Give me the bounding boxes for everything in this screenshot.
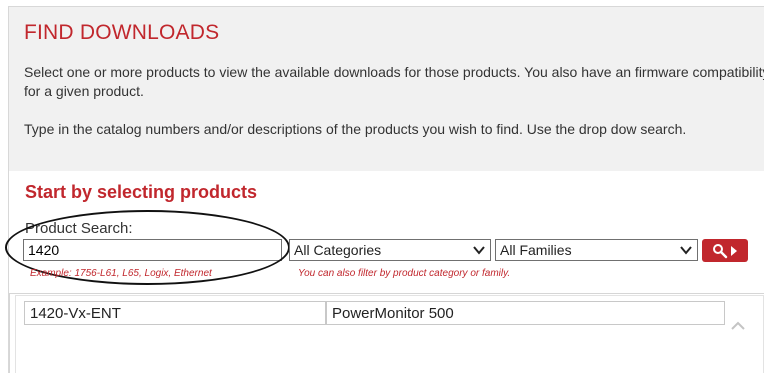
intro-paragraph-1: Select one or more products to view the … (24, 64, 764, 99)
scroll-up-icon[interactable] (729, 318, 747, 334)
product-search-label: Product Search: (25, 220, 133, 237)
section-title: Start by selecting products (25, 182, 258, 202)
chevron-down-icon (473, 246, 485, 255)
family-select[interactable]: All Families (495, 239, 698, 261)
result-catalog-cell[interactable]: 1420-Vx-ENT (24, 301, 326, 325)
page-title: FIND DOWNLOADS (24, 21, 220, 44)
search-button[interactable] (702, 239, 748, 262)
filter-hint: You can also filter by product category … (298, 268, 511, 279)
product-search-input[interactable] (23, 239, 282, 261)
example-hint: Example: 1756-L61, L65, Logix, Ethernet (30, 268, 212, 279)
category-select[interactable]: All Categories (289, 239, 491, 261)
category-select-value: All Categories (294, 242, 382, 258)
find-downloads-page: FIND DOWNLOADS Select one or more produc… (0, 0, 764, 373)
result-description-cell[interactable]: PowerMonitor 500 (326, 301, 725, 325)
arrow-right-icon (731, 245, 737, 256)
chevron-down-icon (680, 246, 692, 255)
intro-paragraph-2: Type in the catalog numbers and/or descr… (24, 121, 687, 137)
magnifier-icon (713, 243, 728, 258)
family-select-value: All Families (500, 242, 572, 258)
